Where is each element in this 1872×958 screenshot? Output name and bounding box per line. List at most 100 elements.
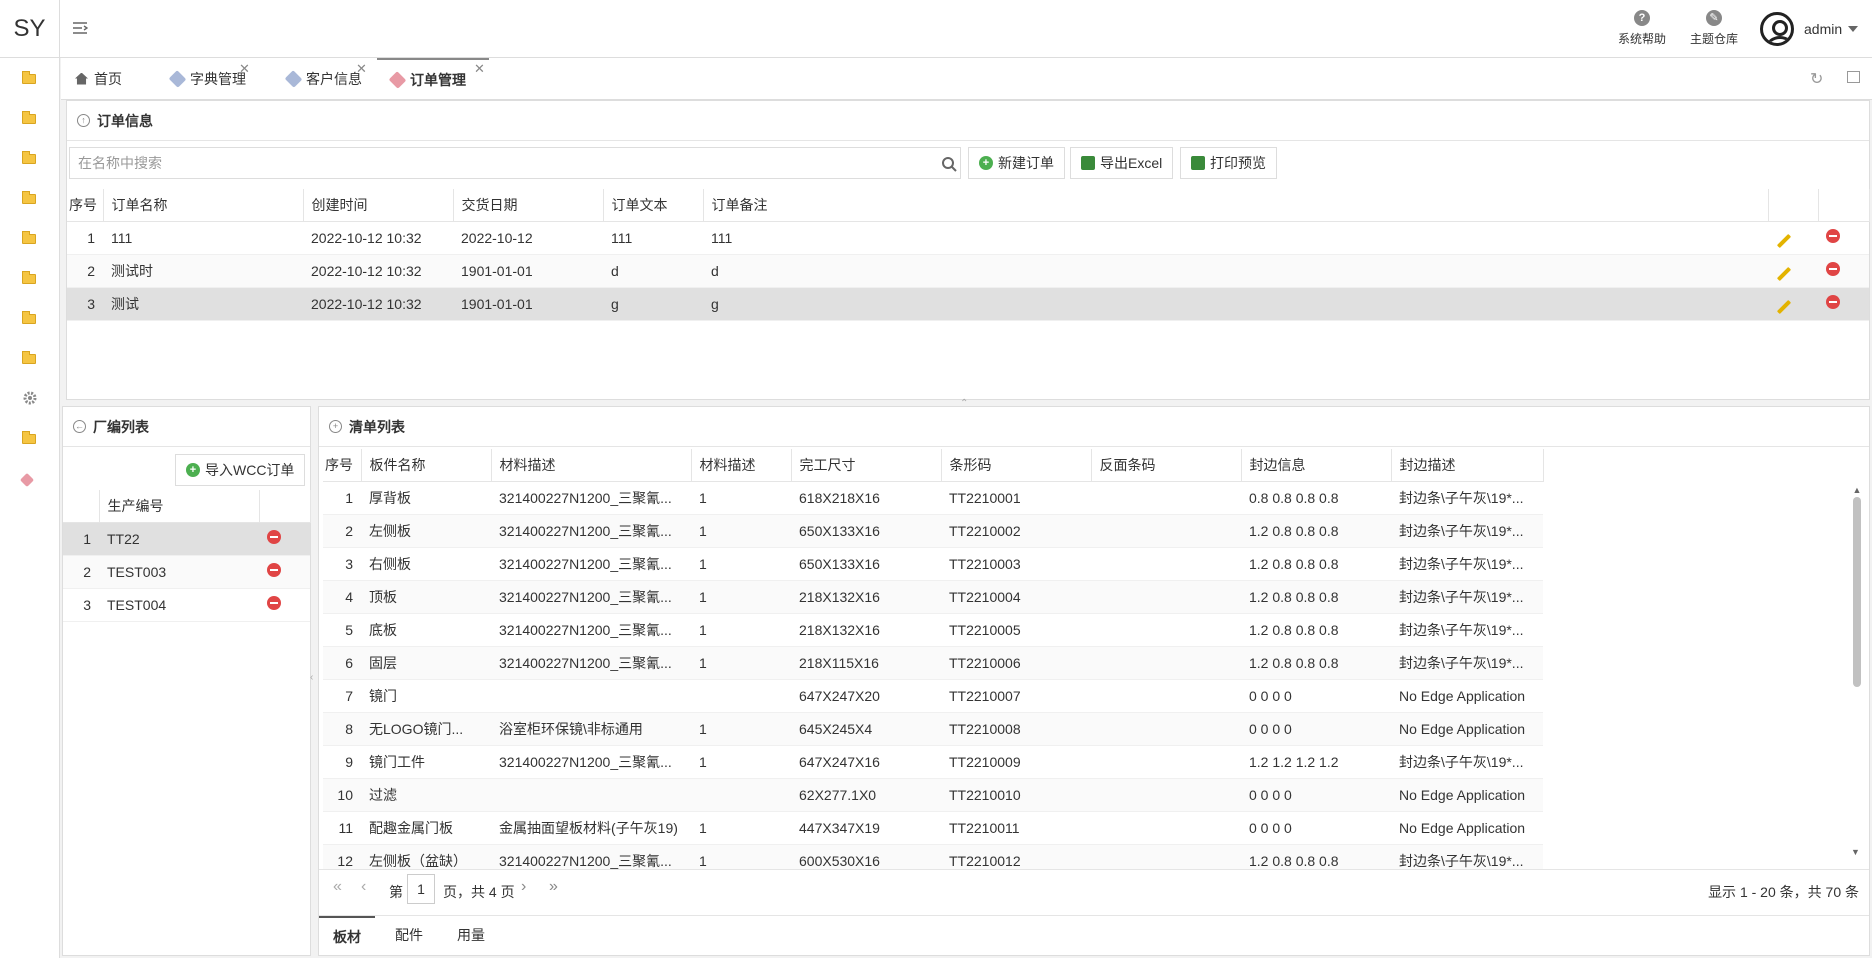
delete-icon[interactable] [267,596,281,610]
column-header[interactable]: 序号 [323,449,362,482]
tab-usage[interactable]: 用量 [443,916,499,954]
first-page-icon[interactable]: « [333,878,342,896]
delete-icon[interactable] [1826,295,1840,309]
search-icon[interactable] [941,156,957,172]
sidebar-item-tag[interactable] [19,472,38,488]
delete-cell [1818,254,1869,288]
tab-dictionary[interactable]: 字典管理 [157,58,269,99]
sidebar-item-9[interactable] [22,431,38,446]
table-row[interactable]: 5 底板 321400227N1200_三聚氰... 1 218X132X16 TT221… [323,613,1543,647]
table-row[interactable]: 6 固层 321400227N1200_三聚氰... 1 218X115X16 TT221… [323,646,1543,680]
cell-back [1091,646,1241,680]
column-header[interactable]: 生产编号 [99,490,260,523]
column-header[interactable]: 完工尺寸 [791,449,942,482]
close-icon[interactable]: ✕ [356,61,367,77]
cell-back [1091,613,1241,647]
last-page-icon[interactable]: » [549,878,558,896]
edit-icon[interactable] [1776,233,1792,248]
cell-mat2: 1 [691,580,791,614]
collapse-left-handle[interactable]: ‹ [310,672,313,683]
column-header[interactable]: 材料描述 [691,449,792,482]
expand-icon[interactable]: + [329,420,342,433]
cell-text: 111 [603,221,703,255]
column-header[interactable]: 订单备注 [703,189,1769,222]
column-header[interactable]: 板件名称 [361,449,492,482]
menu-toggle-icon[interactable] [72,20,89,36]
table-row[interactable]: 1 TT22 [63,522,310,556]
table-row[interactable]: 4 顶板 321400227N1200_三聚氰... 1 218X132X16 TT221… [323,580,1543,614]
sidebar-item-settings[interactable] [22,390,38,405]
scroll-up-icon[interactable]: ▲ [1851,485,1863,495]
table-row[interactable]: 2 TEST003 [63,555,310,589]
table-row[interactable]: 1 111 2022-10-12 10:32 2022-10-12 111 11… [67,221,1869,255]
close-icon[interactable]: ✕ [239,61,250,77]
sidebar-item-8[interactable] [22,351,38,366]
sidebar-item-2[interactable] [22,111,38,126]
table-row[interactable]: 10 过滤 62X277.1X0 TT2210010 0 0 0 0 No Edge Ap… [323,778,1543,812]
cell-mat: 浴室柜环保镜\非标通用 [491,712,691,746]
sidebar-item-6[interactable] [22,271,38,286]
tab-customer[interactable]: 客户信息 [273,58,385,99]
table-row[interactable]: 2 左侧板 321400227N1200_三聚氰... 1 650X133X16 TT22… [323,514,1543,548]
tab-panels[interactable]: 板材 [319,916,375,954]
page-number-input[interactable]: 1 [407,874,435,904]
search-input[interactable]: 在名称中搜索 [69,147,961,179]
collapse-left-icon[interactable]: ← [73,420,86,433]
delete-icon[interactable] [1826,229,1840,243]
sidebar-item-1[interactable] [22,71,38,86]
next-page-icon[interactable]: › [521,878,526,896]
column-header[interactable]: 材料描述 [491,449,692,482]
table-row[interactable]: 3 TEST004 [63,588,310,622]
maximize-icon[interactable] [1847,71,1860,83]
new-order-button[interactable]: + 新建订单 [968,147,1065,179]
scroll-down-icon[interactable]: ▼ [1851,847,1860,857]
column-header[interactable]: 反面条码 [1091,449,1242,482]
table-row[interactable]: 7 镜门 647X247X20 TT2210007 0 0 0 0 No Edge App… [323,679,1543,713]
edit-icon[interactable] [1776,299,1792,314]
sidebar-item-5[interactable] [22,231,38,246]
column-header[interactable]: 订单文本 [603,189,704,222]
theme-button[interactable]: ✎ 主题仓库 [1679,10,1749,50]
delete-icon[interactable] [1826,262,1840,276]
prev-page-icon[interactable]: ‹ [361,878,366,896]
column-header[interactable]: 封边描述 [1391,449,1544,482]
close-icon[interactable]: ✕ [474,61,485,77]
print-preview-button[interactable]: 打印预览 [1180,147,1277,179]
user-menu[interactable]: admin [1760,8,1872,50]
tab-home[interactable]: 首页 [61,58,141,99]
tab-orders[interactable]: 订单管理 [377,58,489,99]
table-row[interactable]: 9 镜门工件 321400227N1200_三聚氰... 1 647X247X16 TT2… [323,745,1543,779]
help-button[interactable]: ? 系统帮助 [1607,10,1677,50]
table-row[interactable]: 1 厚背板 321400227N1200_三聚氰... 1 618X218X16 TT22… [323,481,1543,515]
table-row[interactable]: 11 配趣金属门板 金属抽面望板材料(子午灰19) 1 447X347X19 TT2210… [323,811,1543,845]
cell-edge-desc: 封边条\子午灰\19*... [1391,580,1543,614]
column-header[interactable]: 交货日期 [453,189,604,222]
delete-icon[interactable] [267,563,281,577]
column-header[interactable]: 创建时间 [303,189,454,222]
cell-created: 2022-10-12 10:32 [303,254,453,288]
vertical-scrollbar[interactable]: ▲ [1851,485,1863,855]
column-header[interactable]: 序号 [67,189,104,222]
cell-no: 2 [323,514,361,548]
table-row[interactable]: 12 左侧板（盆缺） 321400227N1200_三聚氰... 1 600X530X1… [323,844,1543,869]
column-header[interactable]: 条形码 [941,449,1092,482]
table-row[interactable]: 2 测试时 2022-10-12 10:32 1901-01-01 d d [67,254,1869,288]
import-wcc-button[interactable]: + 导入WCC订单 [175,454,306,486]
sidebar-item-7[interactable] [22,311,38,326]
refresh-icon[interactable]: ↻ [1810,69,1823,89]
edit-icon[interactable] [1776,266,1792,281]
table-row[interactable]: 8 无LOGO镜门... 浴室柜环保镜\非标通用 1 645X245X4 TT221000… [323,712,1543,746]
cell-delivery: 1901-01-01 [453,287,603,321]
tab-fittings[interactable]: 配件 [381,916,437,954]
table-row[interactable]: 3 右侧板 321400227N1200_三聚氰... 1 650X133X16 TT22… [323,547,1543,581]
sidebar-item-4[interactable] [22,191,38,206]
column-header[interactable]: 订单名称 [103,189,304,222]
delete-icon[interactable] [267,530,281,544]
export-excel-button[interactable]: 导出Excel [1070,147,1174,179]
table-row[interactable]: 3 测试 2022-10-12 10:32 1901-01-01 g g [67,287,1869,321]
cell-name: 厚背板 [361,481,491,515]
column-header[interactable]: 封边信息 [1241,449,1392,482]
collapse-up-icon[interactable]: ↑ [77,114,90,127]
sidebar-item-3[interactable] [22,151,38,166]
scrollbar-thumb[interactable] [1853,497,1861,687]
